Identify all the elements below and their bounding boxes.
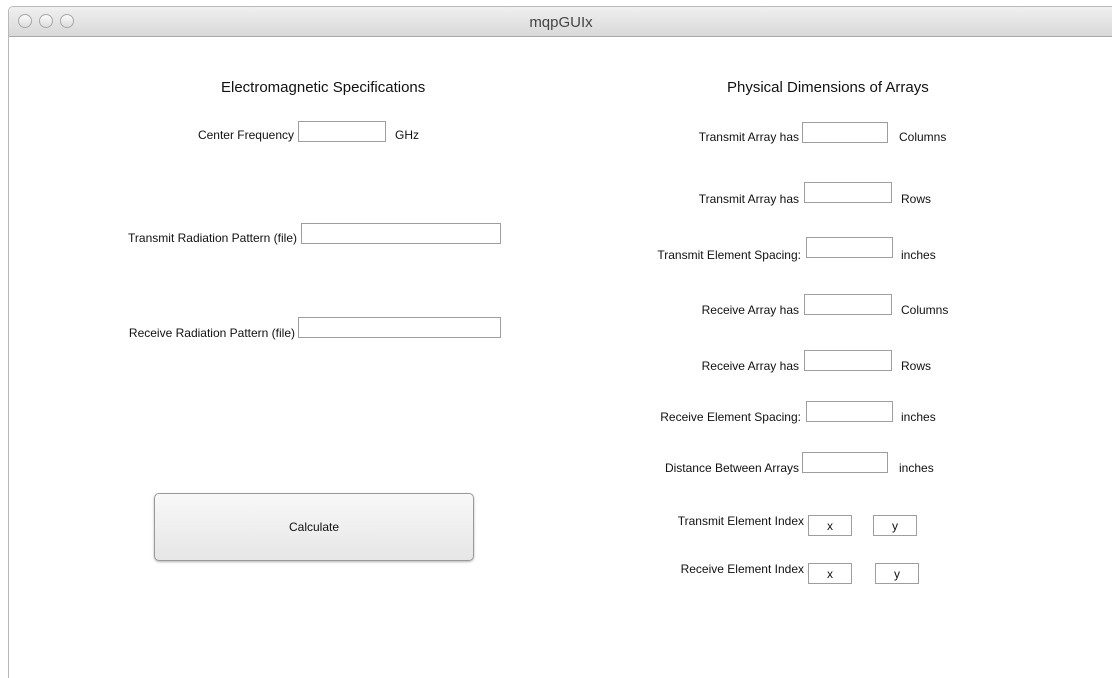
rx-columns-input[interactable] [804,294,892,315]
tx-columns-unit: Columns [899,130,947,144]
center-frequency-input[interactable] [298,121,386,142]
rx-spacing-unit: inches [901,410,936,424]
tx-index-label: Transmit Element Index [677,514,804,528]
array-dimensions-heading: Physical Dimensions of Arrays [727,79,929,96]
rx-rows-input[interactable] [804,350,892,371]
distance-label: Distance Between Arrays [664,461,799,475]
tx-rows-unit: Rows [901,192,932,206]
rx-columns-label: Receive Array has [701,303,799,317]
tx-columns-label: Transmit Array has [698,130,799,144]
receive-pattern-label: Receive Radiation Pattern (file) [128,326,295,340]
tx-spacing-label: Transmit Element Spacing: [657,248,801,262]
rx-rows-unit: Rows [901,359,932,373]
distance-unit: inches [899,461,934,475]
tx-spacing-input[interactable] [806,237,893,258]
rx-index-label: Receive Element Index [680,562,804,576]
tx-columns-input[interactable] [802,122,888,143]
rx-spacing-input[interactable] [806,401,893,422]
distance-input[interactable] [802,452,888,473]
center-frequency-label: Center Frequency [197,128,294,142]
title-bar: mqpGUIx [9,7,1112,37]
rx-columns-unit: Columns [901,303,949,317]
tx-index-y-input[interactable] [873,515,917,536]
transmit-pattern-input[interactable] [301,223,501,244]
transmit-pattern-label: Transmit Radiation Pattern (file) [128,231,297,245]
tx-rows-label: Transmit Array has [698,192,799,206]
main-panel: Electromagnetic Specifications Center Fr… [9,37,1112,678]
window-title: mqpGUIx [529,14,593,31]
tx-index-x-input[interactable] [808,515,852,536]
tx-rows-input[interactable] [804,182,892,203]
app-window: mqpGUIx Electromagnetic Specifications C… [8,6,1112,678]
center-frequency-unit: GHz [395,128,419,142]
em-specs-heading: Electromagnetic Specifications [221,79,426,96]
rx-spacing-label: Receive Element Spacing: [660,410,801,424]
tx-spacing-unit: inches [901,248,936,262]
rx-index-y-input[interactable] [875,563,919,584]
calculate-button[interactable]: Calculate [154,493,474,561]
rx-index-x-input[interactable] [808,563,852,584]
receive-pattern-input[interactable] [298,317,501,338]
rx-rows-label: Receive Array has [701,359,799,373]
